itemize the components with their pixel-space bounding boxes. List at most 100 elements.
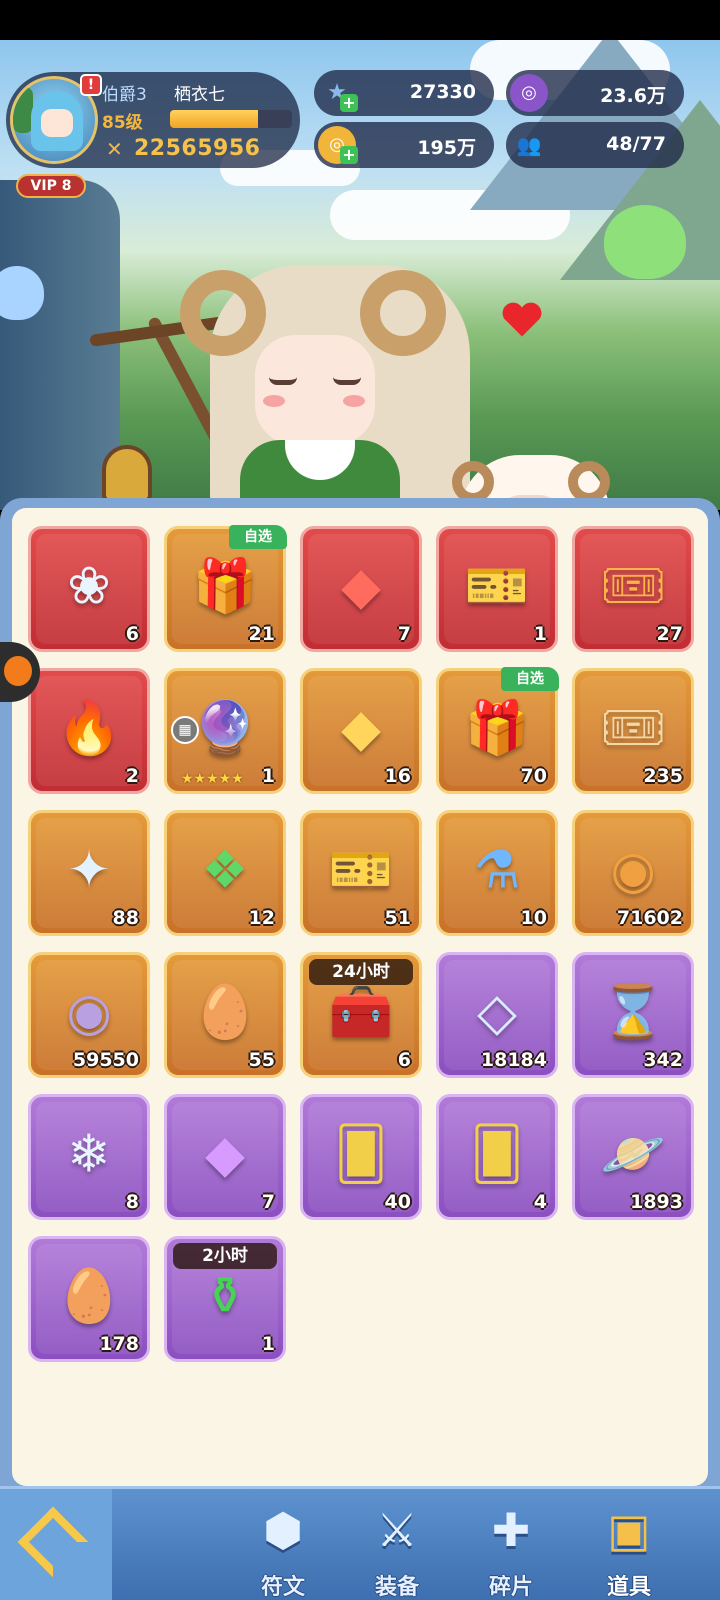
home-button[interactable] xyxy=(0,1489,112,1600)
item-count: 10 xyxy=(520,907,547,929)
purple-rune-crystal-icon: ◆ xyxy=(205,1124,245,1185)
tab-label: 装备 xyxy=(374,1575,419,1600)
people-icon: 👥 xyxy=(516,133,542,157)
item-slot-green-potion[interactable]: ⚱ 2小时 1 xyxy=(164,1236,286,1362)
item-timer: 24小时 xyxy=(309,959,413,985)
tab-label: 碎片 xyxy=(488,1575,533,1600)
item-slot-fire-egg[interactable]: 🔥 2 xyxy=(28,668,150,794)
add-star-button[interactable]: + xyxy=(340,94,358,112)
item-count: 12 xyxy=(248,907,275,929)
item-count: 8 xyxy=(125,1191,139,1213)
item-slot-sword-card[interactable]: 🂠 40 xyxy=(300,1094,422,1220)
item-slot-green-crystal[interactable]: ❖ 12 xyxy=(164,810,286,936)
item-slot-treasure-chest[interactable]: 🧰 24小时 6 xyxy=(300,952,422,1078)
tab-fragments[interactable]: ✚ 碎片 xyxy=(456,1489,566,1600)
item-count: 71602 xyxy=(616,907,683,929)
item-slot-crystal-gift-box[interactable]: 🎁 自选 21 xyxy=(164,525,287,652)
star-crystal-icon: ✦ xyxy=(67,840,111,901)
potion-flask-icon: ⚗ xyxy=(473,840,521,901)
tab-equipment[interactable]: ⚔ 装备 xyxy=(342,1489,452,1600)
item-slot-heart-ticket[interactable]: 🎫 51 xyxy=(300,810,422,936)
item-slot-diamond-gem[interactable]: ◇ 18184 xyxy=(436,952,558,1078)
character-sprite xyxy=(89,265,620,510)
item-count: 4 xyxy=(533,1191,547,1213)
item-count: 1 xyxy=(261,1333,275,1355)
star-rating: ★★★★★ xyxy=(181,771,244,787)
item-count: 1893 xyxy=(630,1191,683,1213)
item-slot-planet-orb[interactable]: 🪐 1893 xyxy=(572,1094,694,1220)
item-slot-potion-flask[interactable]: ⚗ 10 xyxy=(436,810,558,936)
item-count: 2 xyxy=(125,765,139,787)
status-bar xyxy=(0,0,720,40)
alert-icon[interactable]: ! xyxy=(80,74,102,96)
tab-items[interactable]: ▣ 道具 xyxy=(574,1489,684,1600)
item-slot-star-crystal[interactable]: ✦ 88 xyxy=(28,810,150,936)
item-timer: 2小时 xyxy=(173,1243,277,1269)
item-slot-ice-crystals[interactable]: ❄ 8 xyxy=(28,1094,150,1220)
hourglass-icon: ⌛ xyxy=(600,982,666,1043)
item-count: 1 xyxy=(261,765,275,787)
currency-purple-coin[interactable]: ◎ 23.6万 xyxy=(506,70,684,116)
puzzle-icon: ✚ xyxy=(491,1503,531,1557)
item-slot-purple-rune-crystal[interactable]: ◆ 7 xyxy=(164,1094,286,1220)
item-slot-sun-ticket[interactable]: 🎟 27 xyxy=(572,526,694,652)
item-count: 7 xyxy=(397,623,411,645)
planet-orb-icon: 🪐 xyxy=(600,1124,666,1185)
purple-egg-icon: 🥚 xyxy=(56,1266,122,1327)
item-count: 59550 xyxy=(72,1049,139,1071)
gold-ticket-icon: 🎟 xyxy=(599,698,667,759)
grid-view-icon[interactable]: ▦ xyxy=(171,716,199,744)
item-slot-crystal-ball[interactable]: 🔮 ▦ ★★★★★ 1 xyxy=(164,668,286,794)
crystal-ball-icon: 🔮 xyxy=(192,698,258,759)
xp-bar-fill xyxy=(170,110,258,128)
fire-egg-icon: 🔥 xyxy=(56,698,122,759)
currency-star[interactable]: ★ + 27330 xyxy=(314,70,494,116)
tab-label: 道具 xyxy=(606,1575,651,1600)
green-crystal-icon: ❖ xyxy=(201,840,249,901)
item-count: 6 xyxy=(397,1049,411,1071)
item-count: 40 xyxy=(384,1191,411,1213)
currency-gold[interactable]: ◎ + 195万 xyxy=(314,122,494,168)
item-slot-swirl-egg[interactable]: 🥚 55 xyxy=(164,952,286,1078)
item-count: 6 xyxy=(125,623,139,645)
player-name: 栖衣七 xyxy=(174,85,225,105)
item-slot-refresh-card[interactable]: 🂠 4 xyxy=(436,1094,558,1220)
heart-ticket-icon: 🎫 xyxy=(328,840,394,901)
player-card[interactable]: ! 伯爵3 栖衣七 85级 ✕ 22565956 xyxy=(6,72,300,168)
tab-label: 符文 xyxy=(260,1575,305,1600)
item-slot-purple-egg[interactable]: 🥚 178 xyxy=(28,1236,150,1362)
item-slot-blue-ticket[interactable]: 🎫 1 xyxy=(436,526,558,652)
item-count: 7 xyxy=(261,1191,275,1213)
item-slot-gold-medal-coin[interactable]: ◉ 71602 xyxy=(572,810,694,936)
item-slot-hourglass[interactable]: ⌛ 342 xyxy=(572,952,694,1078)
item-slot-red-rune-crystal[interactable]: ◆ 7 xyxy=(300,526,422,652)
home-icon xyxy=(17,1506,89,1578)
currency-value: 23.6万 xyxy=(600,85,666,107)
treasure-chest-icon: 🧰 xyxy=(328,982,394,1043)
purple-coin-icon: ◎ xyxy=(510,74,548,112)
tab-runes[interactable]: ⬢ 符文 xyxy=(228,1489,338,1600)
item-slot-gold-rune-crystal[interactable]: ◆ 16 xyxy=(300,668,422,794)
item-slot-gold-ticket[interactable]: 🎟 235 xyxy=(572,668,694,794)
combat-power: 22565956 xyxy=(134,136,261,161)
sword-card-icon: 🂠 xyxy=(334,1124,388,1185)
item-count: 88 xyxy=(112,907,139,929)
player-level: 85级 xyxy=(102,113,143,133)
currency-value: 48/77 xyxy=(606,133,666,155)
chest-icon: ▣ xyxy=(607,1503,651,1557)
diamond-gem-icon: ◇ xyxy=(477,982,517,1043)
vip-badge[interactable]: VIP 8 xyxy=(16,174,86,198)
currency-value: 27330 xyxy=(409,81,476,103)
item-slot-lotus-gem[interactable]: ❀ 6 xyxy=(28,526,150,652)
crystal-gift-box-2-icon: 🎁 xyxy=(464,698,530,759)
item-slot-crystal-gift-box-2[interactable]: 🎁 自选 70 xyxy=(436,667,559,794)
item-count: 342 xyxy=(643,1049,683,1071)
item-grid: ❀ 6 🎁 自选 21 ◆ 7 🎫 1 🎟 27 🔥 2 🔮 ▦ ★★★★★ 1 ◆ 16 🎁 自选 70 🎟 235 ✦ 88 ❖… xyxy=(28,525,694,1362)
item-slot-silver-coin[interactable]: ◉ 59550 xyxy=(28,952,150,1078)
add-gold-button[interactable]: + xyxy=(340,146,358,164)
sun-ticket-icon: 🎟 xyxy=(599,556,667,617)
inventory-panel: ❀ 6 🎁 自选 21 ◆ 7 🎫 1 🎟 27 🔥 2 🔮 ▦ ★★★★★ 1 ◆ 16 🎁 自选 70 🎟 235 ✦ 88 ❖… xyxy=(0,498,720,1498)
item-count: 70 xyxy=(520,765,547,787)
currency-value: 195万 xyxy=(417,137,476,159)
currency-friends[interactable]: 👥 48/77 xyxy=(506,122,684,168)
